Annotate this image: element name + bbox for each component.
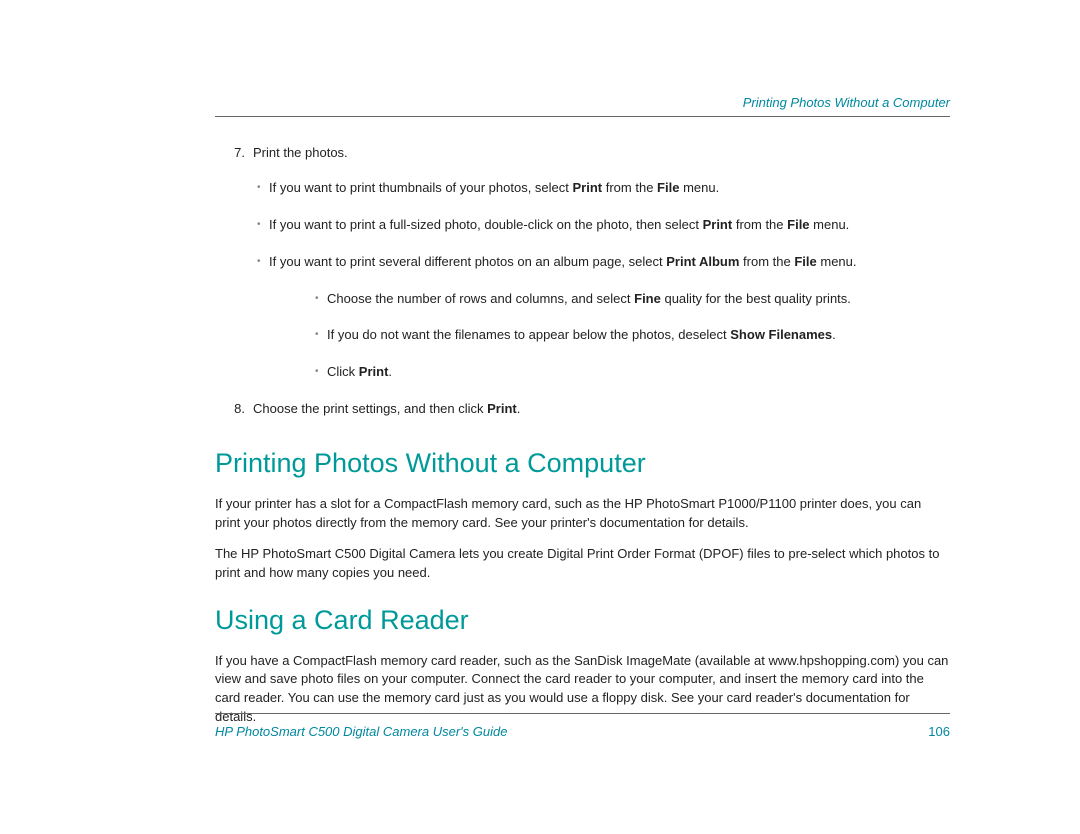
list-text: Print the photos.: [253, 145, 950, 162]
page-number: 106: [928, 724, 950, 739]
bullet-icon: •: [315, 364, 327, 381]
ordered-list: 7. Print the photos. • If you want to pr…: [225, 145, 950, 418]
bullet-text: If you want to print thumbnails of your …: [269, 180, 950, 197]
list-item: • If you want to print a full-sized phot…: [257, 217, 950, 234]
paragraph: If your printer has a slot for a Compact…: [215, 495, 950, 533]
bullet-icon: •: [257, 254, 269, 271]
list-number: 8.: [225, 401, 253, 418]
list-item: • If you want to print thumbnails of you…: [257, 180, 950, 197]
document-page: Printing Photos Without a Computer 7. Pr…: [0, 0, 1080, 834]
bullet-text: Click Print.: [327, 364, 950, 381]
paragraph: The HP PhotoSmart C500 Digital Camera le…: [215, 545, 950, 583]
header-section-title: Printing Photos Without a Computer: [743, 95, 950, 110]
bullet-text: If you want to print a full-sized photo,…: [269, 217, 950, 234]
sub-bullet-list: • Choose the number of rows and columns,…: [315, 291, 950, 382]
bullet-text: If you do not want the filenames to appe…: [327, 327, 950, 344]
page-footer: HP PhotoSmart C500 Digital Camera User's…: [215, 713, 950, 739]
list-item: • Choose the number of rows and columns,…: [315, 291, 950, 308]
bullet-list: • If you want to print thumbnails of you…: [257, 180, 950, 381]
list-item-7: 7. Print the photos.: [225, 145, 950, 162]
bullet-icon: •: [315, 291, 327, 308]
section-heading-b: Using a Card Reader: [215, 605, 950, 636]
list-item: • If you want to print several different…: [257, 254, 950, 271]
bullet-icon: •: [257, 180, 269, 197]
list-item-8: 8. Choose the print settings, and then c…: [225, 401, 950, 418]
section-heading-a: Printing Photos Without a Computer: [215, 448, 950, 479]
bullet-text: Choose the number of rows and columns, a…: [327, 291, 950, 308]
page-header: Printing Photos Without a Computer: [215, 95, 950, 117]
bullet-text: If you want to print several different p…: [269, 254, 950, 271]
list-number: 7.: [225, 145, 253, 162]
list-text: Choose the print settings, and then clic…: [253, 401, 950, 418]
bullet-icon: •: [257, 217, 269, 234]
bullet-icon: •: [315, 327, 327, 344]
list-item: • If you do not want the filenames to ap…: [315, 327, 950, 344]
list-item: • Click Print.: [315, 364, 950, 381]
footer-guide-title: HP PhotoSmart C500 Digital Camera User's…: [215, 724, 507, 739]
